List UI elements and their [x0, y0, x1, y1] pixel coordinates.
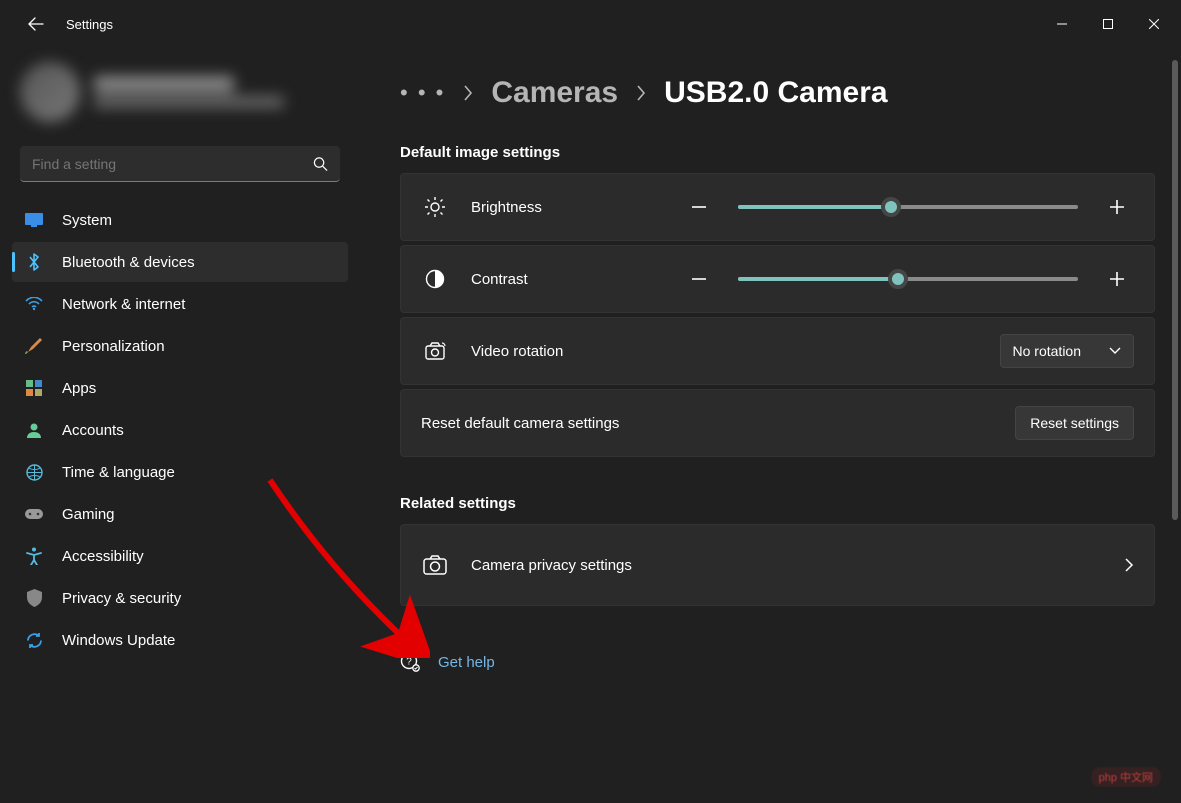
- bluetooth-icon: [24, 252, 44, 272]
- scrollbar[interactable]: [1172, 60, 1178, 791]
- contrast-decrease[interactable]: [682, 262, 716, 296]
- minimize-button[interactable]: [1039, 8, 1085, 40]
- minimize-icon: [1057, 19, 1067, 29]
- section-title-related: Related settings: [400, 495, 1155, 512]
- svg-text:?: ?: [406, 657, 412, 668]
- back-button[interactable]: [16, 4, 56, 44]
- search-input[interactable]: [20, 146, 340, 182]
- maximize-button[interactable]: [1085, 8, 1131, 40]
- window-controls: [1039, 8, 1177, 40]
- reset-button[interactable]: Reset settings: [1015, 406, 1134, 440]
- sidebar-item-accounts[interactable]: Accounts: [12, 410, 348, 450]
- shield-icon: [24, 588, 44, 608]
- watermark: php 中文网: [1091, 767, 1161, 787]
- main-content: • • • Cameras USB2.0 Camera Default imag…: [360, 48, 1181, 803]
- video-rotation-label: Video rotation: [471, 343, 563, 360]
- sidebar-item-label: Accessibility: [62, 548, 144, 565]
- avatar: [20, 62, 80, 122]
- arrow-left-icon: [28, 16, 44, 32]
- sidebar-item-time[interactable]: Time & language: [12, 452, 348, 492]
- app-title: Settings: [66, 17, 113, 32]
- search-box: [20, 146, 340, 182]
- brightness-label: Brightness: [471, 199, 542, 216]
- close-icon: [1149, 19, 1159, 29]
- video-rotation-dropdown[interactable]: No rotation: [1000, 334, 1134, 368]
- profile-block[interactable]: [12, 48, 348, 144]
- sidebar-item-label: Apps: [62, 380, 96, 397]
- update-icon: [24, 630, 44, 650]
- help-label: Get help: [438, 654, 495, 671]
- sidebar-item-personalization[interactable]: Personalization: [12, 326, 348, 366]
- plus-icon: [1108, 270, 1126, 288]
- reset-label: Reset default camera settings: [421, 415, 619, 432]
- plus-icon: [1108, 198, 1126, 216]
- sidebar-item-label: Network & internet: [62, 296, 185, 313]
- camera-privacy-label: Camera privacy settings: [471, 557, 632, 574]
- contrast-increase[interactable]: [1100, 262, 1134, 296]
- sidebar-item-label: Bluetooth & devices: [62, 254, 195, 271]
- brightness-increase[interactable]: [1100, 190, 1134, 224]
- breadcrumb: • • • Cameras USB2.0 Camera: [400, 76, 1155, 110]
- sidebar-item-accessibility[interactable]: Accessibility: [12, 536, 348, 576]
- contrast-icon: [421, 269, 449, 289]
- camera-rotate-icon: [421, 341, 449, 361]
- brightness-icon: [421, 196, 449, 218]
- brightness-decrease[interactable]: [682, 190, 716, 224]
- dropdown-value: No rotation: [1013, 343, 1081, 359]
- sidebar-item-label: Gaming: [62, 506, 115, 523]
- sidebar-item-label: Time & language: [62, 464, 175, 481]
- gamepad-icon: [24, 504, 44, 524]
- reset-card: Reset default camera settings Reset sett…: [400, 389, 1155, 457]
- person-icon: [24, 420, 44, 440]
- camera-privacy-link[interactable]: Camera privacy settings: [400, 524, 1155, 606]
- close-button[interactable]: [1131, 8, 1177, 40]
- sidebar-item-label: Windows Update: [62, 632, 175, 649]
- get-help-link[interactable]: ? Get help: [400, 644, 1155, 680]
- wifi-icon: [24, 294, 44, 314]
- globe-clock-icon: [24, 462, 44, 482]
- contrast-card: Contrast: [400, 245, 1155, 313]
- sidebar-item-update[interactable]: Windows Update: [12, 620, 348, 660]
- breadcrumb-current: USB2.0 Camera: [664, 76, 887, 110]
- search-icon: [313, 157, 328, 172]
- chevron-right-icon: [636, 85, 646, 101]
- sidebar-item-gaming[interactable]: Gaming: [12, 494, 348, 534]
- help-icon: ?: [400, 652, 420, 672]
- section-title-default: Default image settings: [400, 144, 1155, 161]
- sidebar-item-bluetooth[interactable]: Bluetooth & devices: [12, 242, 348, 282]
- minus-icon: [690, 270, 708, 288]
- contrast-label: Contrast: [471, 271, 528, 288]
- camera-icon: [421, 555, 449, 575]
- sidebar-item-apps[interactable]: Apps: [12, 368, 348, 408]
- sidebar-item-label: Accounts: [62, 422, 124, 439]
- sidebar-nav: System Bluetooth & devices Network & int…: [12, 200, 348, 660]
- contrast-slider[interactable]: [738, 267, 1078, 291]
- video-rotation-card: Video rotation No rotation: [400, 317, 1155, 385]
- chevron-right-icon: [1125, 558, 1134, 572]
- sidebar-item-label: Privacy & security: [62, 590, 181, 607]
- maximize-icon: [1103, 19, 1113, 29]
- brightness-slider[interactable]: [738, 195, 1078, 219]
- sidebar-item-label: System: [62, 212, 112, 229]
- paintbrush-icon: [24, 336, 44, 356]
- sidebar-item-system[interactable]: System: [12, 200, 348, 240]
- accessibility-icon: [24, 546, 44, 566]
- breadcrumb-overflow[interactable]: • • •: [400, 80, 445, 106]
- display-icon: [24, 210, 44, 230]
- breadcrumb-parent[interactable]: Cameras: [491, 76, 618, 110]
- apps-icon: [24, 378, 44, 398]
- chevron-down-icon: [1109, 347, 1121, 355]
- sidebar-item-network[interactable]: Network & internet: [12, 284, 348, 324]
- sidebar-item-label: Personalization: [62, 338, 165, 355]
- titlebar: Settings: [0, 0, 1181, 48]
- sidebar-item-privacy[interactable]: Privacy & security: [12, 578, 348, 618]
- chevron-right-icon: [463, 85, 473, 101]
- brightness-card: Brightness: [400, 173, 1155, 241]
- minus-icon: [690, 198, 708, 216]
- sidebar: System Bluetooth & devices Network & int…: [0, 48, 360, 803]
